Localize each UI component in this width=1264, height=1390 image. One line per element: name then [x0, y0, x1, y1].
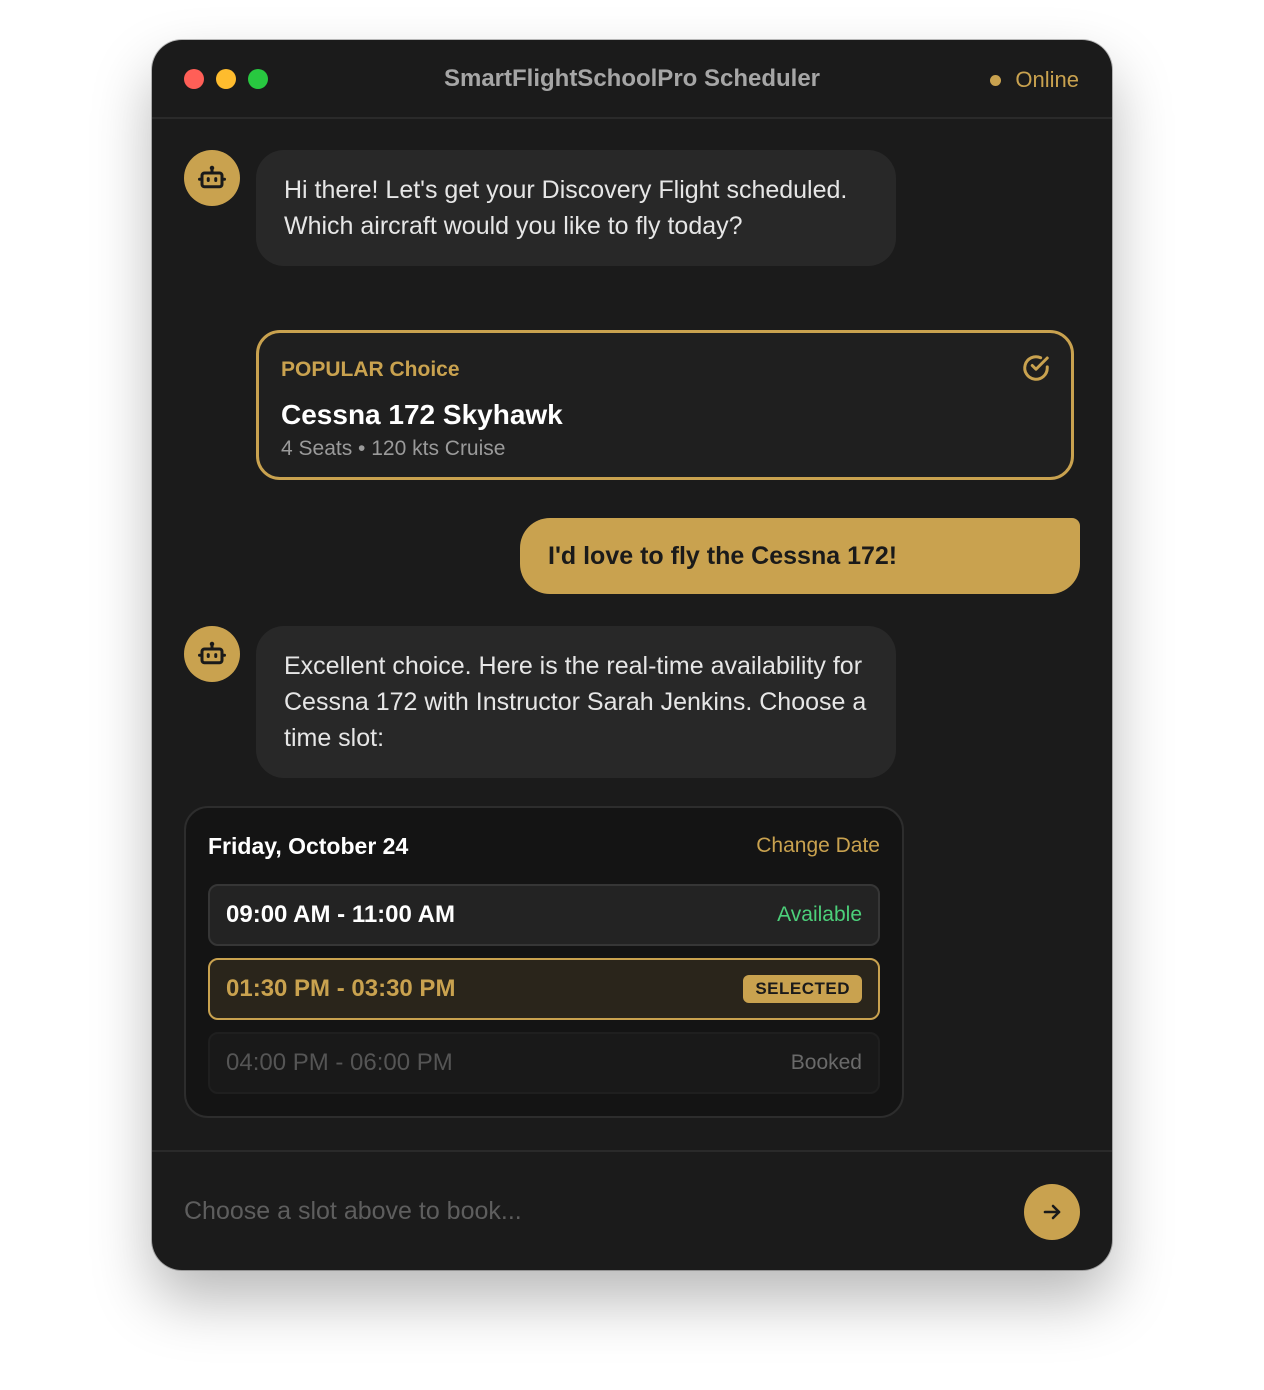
- selected-badge: SELECTED: [743, 975, 862, 1003]
- scheduler-window: SmartFlightSchoolPro Scheduler Online Hi…: [152, 40, 1112, 1270]
- user-message: I'd love to fly the Cessna 172!: [520, 518, 1080, 594]
- time-slot-available[interactable]: 09:00 AM - 11:00 AM Available: [208, 884, 880, 946]
- window-title: SmartFlightSchoolPro Scheduler: [443, 65, 821, 92]
- slot-status: Available: [777, 903, 862, 926]
- card-badge: POPULAR Choice: [281, 358, 460, 381]
- time-slot-booked: 04:00 PM - 06:00 PM Booked: [208, 1032, 880, 1094]
- message-input[interactable]: [184, 1194, 984, 1228]
- bot-avatar: [184, 626, 240, 682]
- status-label: Online: [1015, 67, 1079, 92]
- status-dot-icon: [990, 74, 1002, 86]
- availability-card: Friday, October 24 Change Date 09:00 AM …: [184, 806, 904, 1118]
- send-button[interactable]: [1024, 1184, 1080, 1240]
- slot-status: Booked: [790, 1051, 862, 1074]
- time-slot-selected[interactable]: 01:30 PM - 03:30 PM SELECTED: [208, 958, 880, 1020]
- schedule-date: Friday, October 24: [208, 833, 409, 859]
- message-composer: [152, 1150, 1112, 1270]
- slot-time: 04:00 PM - 06:00 PM: [226, 1049, 453, 1076]
- title-bar: SmartFlightSchoolPro Scheduler Online: [152, 40, 1112, 119]
- aircraft-option-card[interactable]: POPULAR Choice Cessna 172 Skyhawk 4 Seat…: [256, 330, 1074, 480]
- change-date-link[interactable]: Change Date: [756, 830, 880, 862]
- bot-avatar: [184, 150, 240, 206]
- aircraft-specs: 4 Seats • 120 kts Cruise: [281, 437, 506, 460]
- slot-time: 01:30 PM - 03:30 PM: [226, 975, 456, 1002]
- robot-icon: [198, 165, 226, 189]
- arrow-right-icon: [1043, 1204, 1061, 1220]
- bot-message: Hi there! Let's get your Discovery Fligh…: [256, 150, 896, 266]
- slot-time: 09:00 AM - 11:00 AM: [226, 901, 455, 928]
- check-circle-icon: [1023, 355, 1049, 381]
- online-status: Online: [990, 65, 1079, 95]
- aircraft-name: Cessna 172 Skyhawk: [281, 399, 563, 430]
- bot-message: Excellent choice. Here is the real-time …: [256, 626, 896, 778]
- robot-icon: [198, 641, 226, 665]
